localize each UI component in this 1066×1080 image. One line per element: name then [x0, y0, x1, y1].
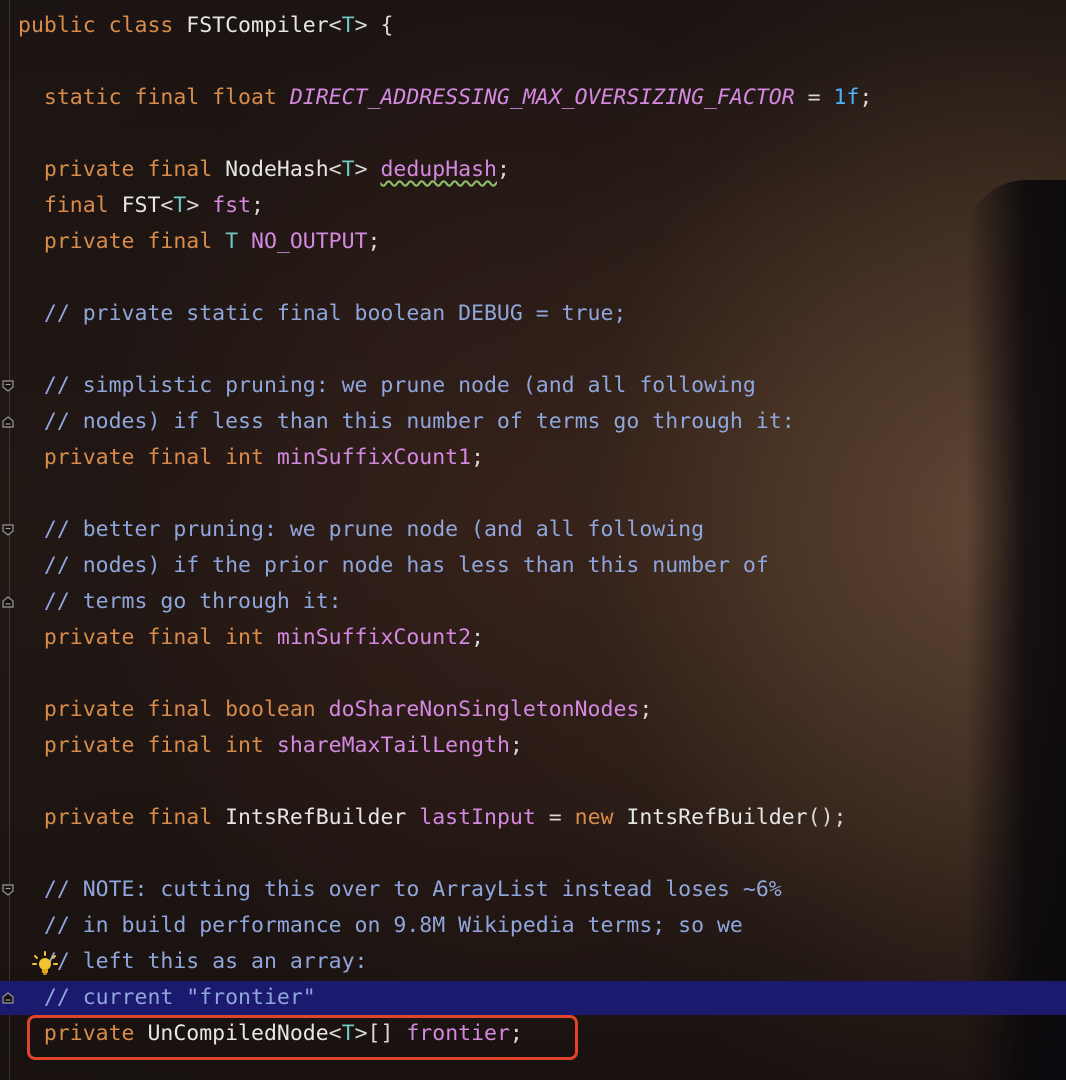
- code-token: =: [794, 85, 834, 110]
- code-token: <: [160, 193, 174, 218]
- code-token: T: [341, 13, 355, 38]
- code-token: // simplistic pruning: we prune node (an…: [18, 373, 756, 398]
- code-line[interactable]: // nodes) if the prior node has less tha…: [18, 548, 872, 584]
- code-token: NodeHash: [225, 157, 329, 182]
- code-line[interactable]: private final NodeHash<T> dedupHash;: [18, 152, 872, 188]
- code-token: doShareNonSingletonNodes: [328, 697, 640, 722]
- code-token: // NOTE: cutting this over to ArrayList …: [18, 877, 782, 902]
- code-token: T: [341, 157, 355, 182]
- fold-marker-icon[interactable]: [1, 523, 15, 537]
- code-token: dedupHash: [380, 157, 497, 182]
- code-line[interactable]: // nodes) if less than this number of te…: [18, 404, 872, 440]
- code-line[interactable]: [18, 656, 872, 692]
- code-line[interactable]: [18, 44, 872, 80]
- code-line[interactable]: private final int minSuffixCount2;: [18, 620, 872, 656]
- fold-marker-icon[interactable]: [1, 883, 15, 897]
- code-line[interactable]: [18, 836, 872, 872]
- code-token: <: [328, 157, 342, 182]
- code-token: minSuffixCount2: [276, 625, 472, 650]
- code-line[interactable]: // better pruning: we prune node (and al…: [18, 512, 872, 548]
- code-token: // private static final boolean DEBUG = …: [18, 301, 627, 326]
- code-line[interactable]: // in build performance on 9.8M Wikipedi…: [18, 908, 872, 944]
- code-token: // in build performance on 9.8M Wikipedi…: [18, 913, 743, 938]
- code-token: ;: [509, 733, 523, 758]
- code-token: private final: [18, 157, 226, 182]
- code-token: minSuffixCount1: [276, 445, 472, 470]
- code-token: =: [535, 805, 575, 830]
- code-token: >: [186, 193, 213, 218]
- code-line[interactable]: private final T NO_OUTPUT;: [18, 224, 872, 260]
- annotation-box: [27, 1015, 578, 1060]
- code-token: private final int: [18, 733, 277, 758]
- code-token: FST: [121, 193, 161, 218]
- code-line[interactable]: [18, 260, 872, 296]
- code-token: private final int: [18, 445, 277, 470]
- lightbulb-icon[interactable]: [32, 951, 58, 977]
- code-line[interactable]: public class FSTCompiler<T> {: [18, 8, 872, 44]
- fold-marker-icon[interactable]: [1, 991, 15, 1005]
- code-line[interactable]: // private static final boolean DEBUG = …: [18, 296, 872, 332]
- code-line[interactable]: private final IntsRefBuilder lastInput =…: [18, 800, 872, 836]
- fold-marker-icon[interactable]: [1, 379, 15, 393]
- code-token: >: [354, 157, 381, 182]
- code-token: NO_OUTPUT: [251, 229, 368, 254]
- code-token: // nodes) if the prior node has less tha…: [18, 553, 769, 578]
- code-token: ;: [251, 193, 264, 218]
- code-token: static final float: [18, 85, 290, 110]
- code-line[interactable]: private final int minSuffixCount1;: [18, 440, 872, 476]
- code-token: IntsRefBuilder: [626, 805, 808, 830]
- gutter-divider: [9, 0, 10, 1080]
- code-token: IntsRefBuilder: [225, 805, 407, 830]
- code-token: // better pruning: we prune node (and al…: [18, 517, 705, 542]
- code-token: fst: [212, 193, 252, 218]
- code-line[interactable]: static final float DIRECT_ADDRESSING_MAX…: [18, 80, 872, 116]
- code-line[interactable]: // left this as an array:: [18, 944, 872, 980]
- code-token: ();: [807, 805, 847, 830]
- fold-marker-icon[interactable]: [1, 595, 15, 609]
- background-figure: [966, 180, 1066, 1080]
- code-line[interactable]: [18, 764, 872, 800]
- code-token: // nodes) if less than this number of te…: [18, 409, 795, 434]
- code-token: 1f: [833, 85, 860, 110]
- code-token: T: [225, 229, 239, 254]
- code-token: ;: [367, 229, 381, 254]
- code-line[interactable]: private final boolean doShareNonSingleto…: [18, 692, 872, 728]
- code-token: // current "frontier": [18, 985, 316, 1010]
- code-token: private final: [18, 805, 226, 830]
- code-token: public class: [18, 13, 187, 38]
- code-token: DIRECT_ADDRESSING_MAX_OVERSIZING_FACTOR: [289, 85, 795, 110]
- code-editor[interactable]: public class FSTCompiler<T> { static fin…: [0, 0, 1066, 1080]
- code-token: T: [173, 193, 187, 218]
- code-token: final: [18, 193, 122, 218]
- code-line[interactable]: // terms go through it:: [18, 584, 872, 620]
- code-token: private final int: [18, 625, 277, 650]
- code-token: ;: [471, 445, 485, 470]
- code-line[interactable]: // current "frontier": [18, 980, 872, 1016]
- code-line[interactable]: [18, 116, 872, 152]
- fold-marker-icon[interactable]: [1, 415, 15, 429]
- code-token: ;: [639, 697, 653, 722]
- code-token: private final boolean: [18, 697, 329, 722]
- code-token: private final: [18, 229, 226, 254]
- code-token: ;: [496, 157, 510, 182]
- code-token: ;: [859, 85, 873, 110]
- code-line[interactable]: [18, 332, 872, 368]
- code-token: new: [574, 805, 627, 830]
- code-token: FSTCompiler: [186, 13, 329, 38]
- code-line[interactable]: // simplistic pruning: we prune node (an…: [18, 368, 872, 404]
- code-line[interactable]: final FST<T> fst;: [18, 188, 872, 224]
- code-line[interactable]: [18, 476, 872, 512]
- code-token: // terms go through it:: [18, 589, 342, 614]
- code-token: lastInput: [419, 805, 536, 830]
- code-area[interactable]: public class FSTCompiler<T> { static fin…: [18, 8, 872, 1052]
- code-line[interactable]: // NOTE: cutting this over to ArrayList …: [18, 872, 872, 908]
- code-token: // left this as an array:: [18, 949, 368, 974]
- code-line[interactable]: private final int shareMaxTailLength;: [18, 728, 872, 764]
- code-token: > {: [354, 13, 394, 38]
- code-token: shareMaxTailLength: [276, 733, 510, 758]
- code-token: ;: [471, 625, 485, 650]
- code-token: <: [328, 13, 342, 38]
